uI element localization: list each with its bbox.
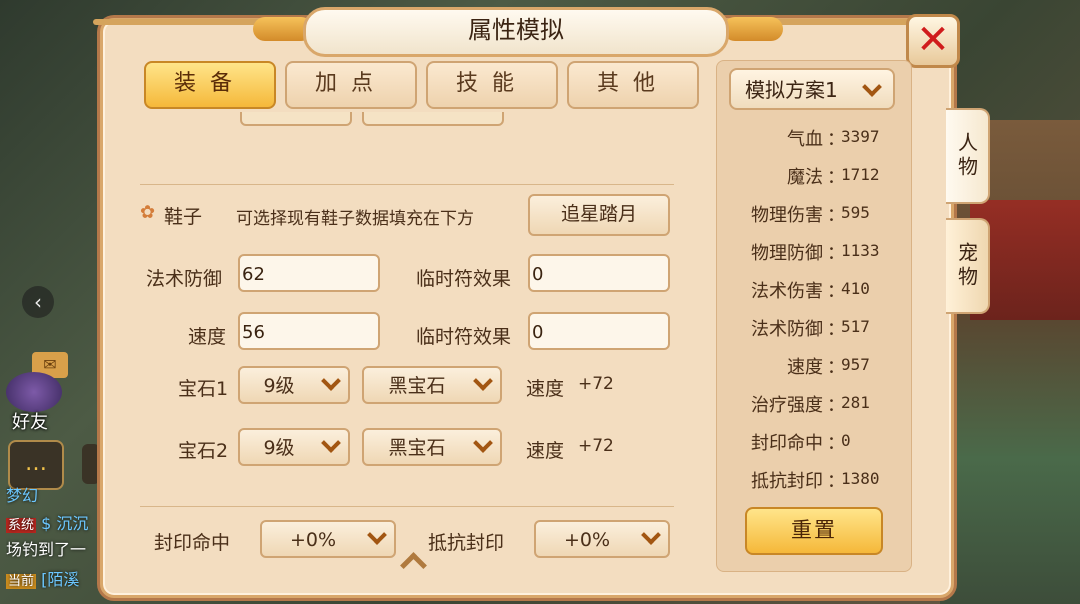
reset-button[interactable]: 重置 <box>745 507 883 555</box>
chat-line: 场钓到了一 <box>6 540 87 559</box>
chevron-down-icon <box>367 525 387 545</box>
stat-value: 957 <box>841 355 870 374</box>
gem1-label: 宝石1 <box>178 378 229 400</box>
equipment-content[interactable]: ✿ 鞋子 可选择现有鞋子数据填充在下方 追星踏月 法术防御 62 临时符效果 0… <box>140 112 704 580</box>
stat-value: 3397 <box>841 127 880 146</box>
temp-effect-input[interactable]: 0 <box>528 312 670 350</box>
system-tag: 系统 <box>6 518 37 533</box>
stat-name: 法术伤害 <box>751 281 823 302</box>
gem1-attr: 速度 <box>526 378 565 400</box>
gem2-type-value: 黑宝石 <box>388 437 446 459</box>
gem1-type-value: 黑宝石 <box>388 375 446 397</box>
stat-value: 1133 <box>841 241 880 260</box>
chevron-down-icon <box>473 433 493 453</box>
title-ornament <box>723 17 783 41</box>
current-tag: 当前 <box>6 574 37 589</box>
stat-name: 速度 <box>787 357 823 378</box>
section-divider <box>140 506 674 507</box>
gem2-bonus: +72 <box>578 436 614 456</box>
seal-res-value: +0% <box>563 529 611 551</box>
chat-line: 系统 $ 沉沉 <box>6 510 100 534</box>
tab-skills[interactable]: 技能 <box>426 61 558 109</box>
chevron-down-icon <box>321 371 341 391</box>
temp-effect-label: 临时符效果 <box>416 326 512 348</box>
cut-off-select <box>240 112 352 126</box>
shoes-preset-button[interactable]: 追星踏月 <box>528 194 670 236</box>
plan-select[interactable]: 模拟方案1 <box>729 68 895 110</box>
speed-input[interactable]: 56 <box>238 312 380 350</box>
magic-def-label: 法术防御 <box>146 268 223 290</box>
cut-off-select <box>362 112 504 126</box>
shoes-hint: 可选择现有鞋子数据填充在下方 <box>236 209 474 229</box>
temp-effect-label: 临时符效果 <box>416 268 512 290</box>
gem2-level-select[interactable]: 9级 <box>238 428 350 466</box>
temp-effect-input[interactable]: 0 <box>528 254 670 292</box>
gem1-level-select[interactable]: 9级 <box>238 366 350 404</box>
chevron-down-icon <box>321 433 341 453</box>
stat-value: 517 <box>841 317 870 336</box>
chevron-down-icon <box>862 77 882 97</box>
seal-res-label: 抵抗封印 <box>428 532 505 554</box>
seal-hit-value: +0% <box>289 529 337 551</box>
seal-res-select[interactable]: +0% <box>534 520 670 558</box>
chat-text: $ 沉沉 <box>41 514 89 533</box>
plan-label: 模拟方案1 <box>745 78 838 102</box>
chat-line: 当前 [陌溪 <box>6 566 100 590</box>
stat-value: 0 <box>841 431 851 450</box>
chevron-down-icon <box>641 525 661 545</box>
speed-label: 速度 <box>188 326 227 348</box>
side-tab-character[interactable]: 人物 <box>946 108 990 204</box>
seal-hit-select[interactable]: +0% <box>260 520 396 558</box>
friends-label[interactable]: 好友 <box>12 408 48 434</box>
close-button[interactable]: ✕ <box>906 14 960 68</box>
stat-name: 气血 <box>787 129 823 150</box>
gem2-label: 宝石2 <box>178 440 229 462</box>
seal-hit-label: 封印命中 <box>154 532 231 554</box>
gem2-level-value: 9级 <box>263 437 295 459</box>
stat-name: 法术防御 <box>751 319 823 340</box>
stat-value: 595 <box>841 203 870 222</box>
side-tab-pet[interactable]: 宠物 <box>946 218 990 314</box>
collapse-arrow-icon[interactable]: ‹ <box>22 286 54 318</box>
gem2-attr: 速度 <box>526 440 565 462</box>
tab-equipment[interactable]: 装备 <box>144 61 276 109</box>
stat-name: 封印命中 <box>751 433 823 454</box>
section-divider <box>140 184 674 185</box>
stat-name: 物理防御 <box>751 243 823 264</box>
window-title: 属性模拟 <box>303 7 729 57</box>
chat-text: [陌溪 <box>41 570 80 589</box>
stat-name: 治疗强度 <box>751 395 823 416</box>
chat-line: 梦幻 <box>6 486 39 505</box>
gem1-type-select[interactable]: 黑宝石 <box>362 366 502 404</box>
stat-name: 物理伤害 <box>751 205 823 226</box>
gem2-type-select[interactable]: 黑宝石 <box>362 428 502 466</box>
left-hud: ‹ ✉ 好友 … 梦幻 系统 $ 沉沉 场钓到了一 当前 [陌溪 <box>0 0 100 604</box>
stat-value: 1712 <box>841 165 880 184</box>
mic-icon[interactable] <box>82 444 100 484</box>
stat-name: 魔法 <box>787 167 823 188</box>
stat-name: 抵抗封印 <box>751 471 823 492</box>
stats-panel: 模拟方案1 气血： 3397 魔法： 1712 物理伤害： 595 物理防御： 1133 法术伤… <box>716 60 912 572</box>
shoes-title: 鞋子 <box>164 206 203 228</box>
stat-value: 1380 <box>841 469 880 488</box>
chevron-down-icon <box>473 371 493 391</box>
tab-points[interactable]: 加点 <box>285 61 417 109</box>
friend-avatar[interactable] <box>6 372 62 412</box>
tab-other[interactable]: 其他 <box>567 61 699 109</box>
stat-value: 281 <box>841 393 870 412</box>
magic-def-input[interactable]: 62 <box>238 254 380 292</box>
stat-value: 410 <box>841 279 870 298</box>
gem1-bonus: +72 <box>578 374 614 394</box>
flower-icon: ✿ <box>140 202 156 223</box>
gem1-level-value: 9级 <box>263 375 295 397</box>
